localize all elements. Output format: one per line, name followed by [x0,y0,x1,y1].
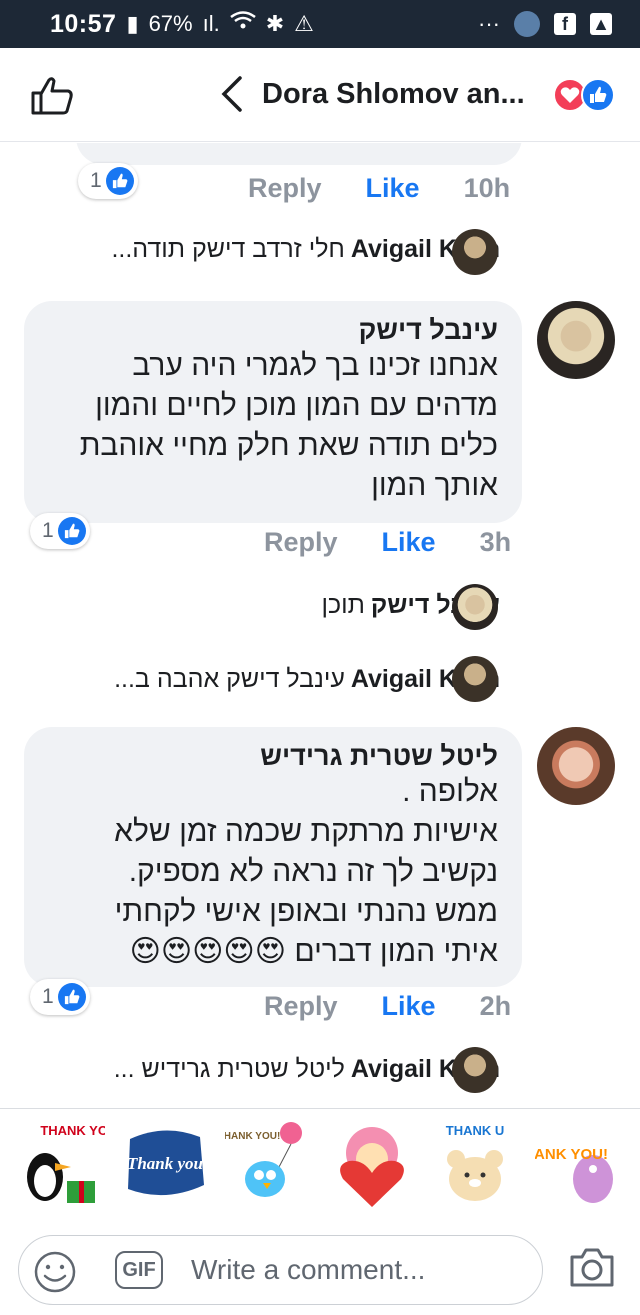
comment-actions-top: Reply Like 10h [248,173,510,204]
comment-bubble-1[interactable]: עינבל דישק אנחנו זכינו בך לגמרי היה ערב … [24,301,522,523]
comment-author[interactable]: ליטל שטרית גרידיש [44,741,498,772]
comment-composer: GIF Write a comment... [0,1225,640,1315]
reaction-count-1[interactable]: 1 [30,513,90,549]
svg-text:THANK YOU!: THANK YOU! [40,1123,105,1138]
gallery-notification-icon: ▲ [590,13,612,35]
camera-icon[interactable] [568,1245,616,1289]
reply-preview-1[interactable]: Avigail Klein חלי זרדב דישק תודה... [111,235,500,264]
sticker-girl-heart[interactable] [329,1119,415,1209]
reply-button[interactable]: Reply [264,527,338,558]
like-badge-icon [57,983,86,1011]
status-bar: 10:57 ▮ 67% ıl. ✱ ⚠ ··· f ▲ [0,0,640,48]
comment-text-line: איתי המון דברים 😍😍😍😍😍 [129,935,498,968]
sticker-bird-balloon[interactable]: THANK YOU! [225,1119,311,1209]
svg-text:THANK YOU!: THANK YOU! [225,1131,280,1142]
avatar[interactable] [452,229,498,275]
comment-text-line: אלופה . [402,775,498,808]
signal-icon: ıl. [202,11,220,36]
comments-header: Dora Shlomov an... [0,48,640,142]
comment-bubble-top[interactable] [76,143,522,165]
page-title[interactable]: Dora Shlomov an... [262,78,525,111]
like-button[interactable]: Like [366,173,420,204]
comment-age: 3h [479,527,512,557]
reaction-count-top[interactable]: 1 [78,163,138,199]
battery-percent: 67% [148,11,193,36]
avatar[interactable] [452,656,498,702]
sticker-cat-thank-you[interactable]: THANK YOU! [535,1119,621,1209]
reply-preview-3[interactable]: Avigail Klein עינבל דישק אהבה ב... [114,665,500,694]
comment-text: אנחנו זכינו בך לגמרי היה ערב מדהים עם המ… [79,349,498,502]
like-outline-icon[interactable] [30,76,74,116]
emoji-icon[interactable] [33,1250,77,1294]
avatar[interactable] [537,727,615,805]
like-badge-icon [57,517,86,545]
svg-text:THANK U: THANK U [446,1123,505,1138]
heart-eyes-emojis: 😍😍😍😍😍 [129,935,286,968]
comment-actions-2: Reply Like 2h [264,991,511,1022]
more-notifications-icon: ··· [478,11,500,36]
reply-preview-4[interactable]: Avigail Klein ליטל שטרית גרידיש ... [114,1055,500,1084]
bluetooth-icon: ✱ [265,11,285,36]
comment-author[interactable]: עינבל דישק [44,315,498,346]
reaction-count-2[interactable]: 1 [30,979,90,1015]
avatar[interactable] [537,301,615,379]
like-button[interactable]: Like [382,991,436,1022]
avatar[interactable] [452,1047,498,1093]
sticker-tray[interactable]: THANK YOU! Thank you THANK YOU! THANK U … [0,1108,640,1218]
reply-button[interactable]: Reply [264,991,338,1022]
back-chevron-icon[interactable] [218,74,244,114]
svg-text:Thank you: Thank you [127,1154,203,1173]
comments-feed[interactable]: 1 Reply Like 10h Avigail Klein חלי זרדב … [0,143,640,1108]
like-reaction-icon [581,78,615,112]
battery-icon: ▮ [126,11,139,36]
comment-actions-1: Reply Like 3h [264,527,511,558]
svg-text:THANK YOU!: THANK YOU! [535,1146,608,1163]
reply-button[interactable]: Reply [248,173,322,204]
comment-input[interactable]: GIF Write a comment... [18,1235,543,1305]
like-badge-icon [105,167,134,195]
avatar[interactable] [452,584,498,630]
status-icons: ▮ 67% ıl. ✱ ⚠ [126,11,313,37]
comment-age: 10h [463,173,511,203]
facebook-notification-icon: f [554,13,576,35]
comment-text-line: אישיות מרתקת שכמה זמן שלא [114,815,498,848]
wifi-icon [229,11,256,37]
like-button[interactable]: Like [382,527,436,558]
sticker-bear-thank-u[interactable]: THANK U [432,1119,518,1209]
status-time: 10:57 [50,9,117,38]
sticker-penguin-thank-you[interactable]: THANK YOU! [19,1119,105,1209]
comment-age: 2h [479,991,512,1021]
data-saver-icon: ⚠ [294,11,314,36]
header-reactions[interactable] [553,78,615,112]
sticker-thank-you-script[interactable]: Thank you [122,1119,208,1209]
app-notification-icon [514,11,540,37]
comment-text-line: ממש נהנתי ובאופן אישי לקחתי [114,895,498,928]
comment-placeholder[interactable]: Write a comment... [191,1254,425,1286]
comment-text-line: נקשיב לך זה נראה לא מספיק. [128,855,498,888]
gif-button[interactable]: GIF [115,1251,163,1289]
comment-bubble-2[interactable]: ליטל שטרית גרידיש אלופה . אישיות מרתקת ש… [24,727,522,987]
